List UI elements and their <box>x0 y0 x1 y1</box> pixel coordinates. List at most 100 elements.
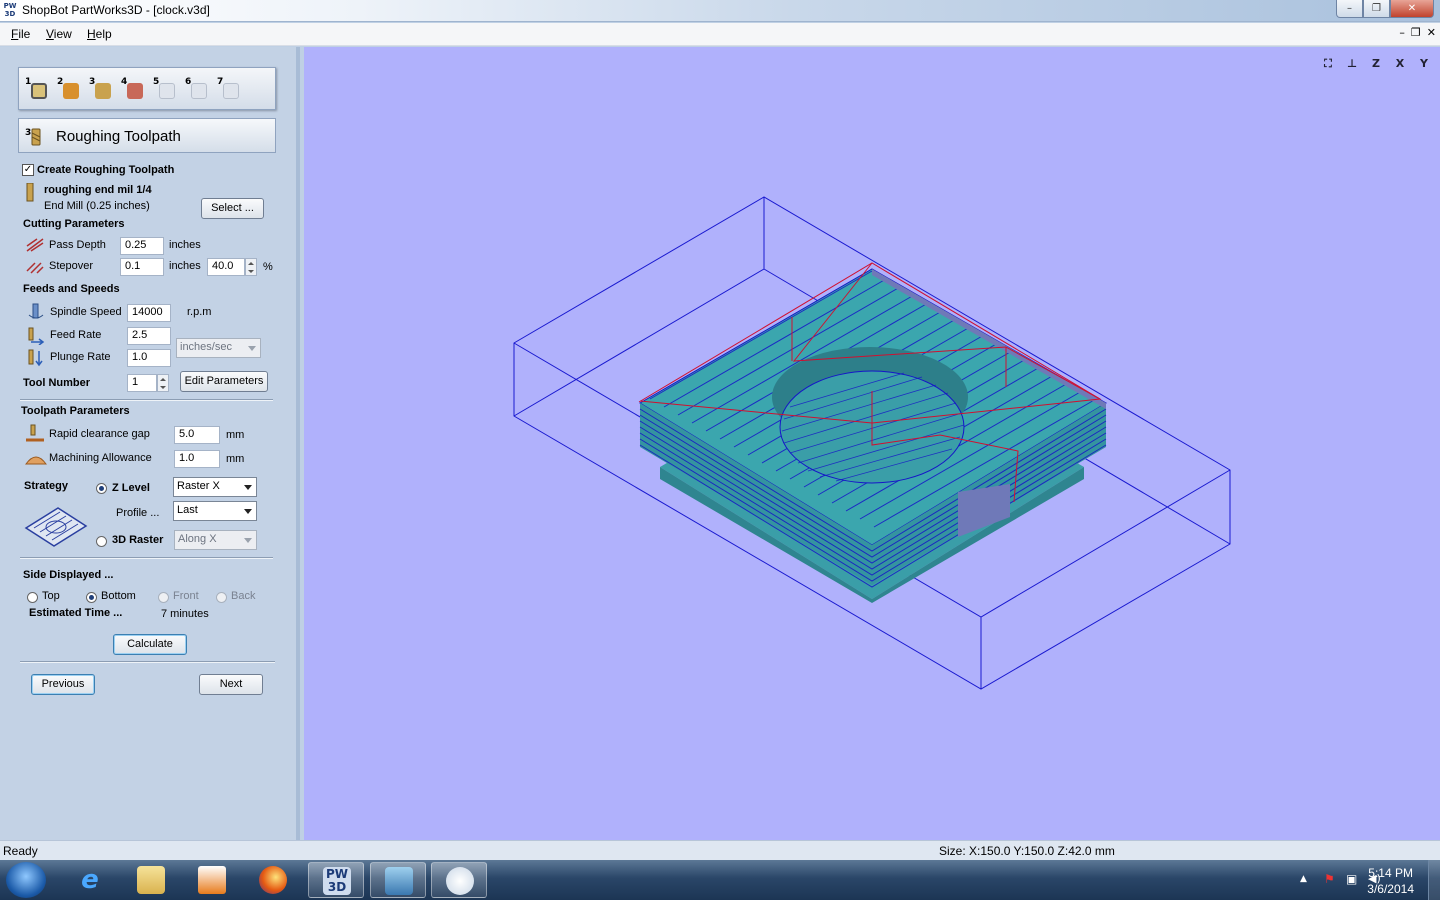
cutting-parameters-label: Cutting Parameters <box>23 218 125 230</box>
step-3-button[interactable]: 3 <box>89 77 115 103</box>
taskbar-explorer[interactable] <box>123 862 179 898</box>
network-icon[interactable]: ▣ <box>1346 872 1357 886</box>
machining-allowance-unit: mm <box>226 453 245 465</box>
minimize-button[interactable]: – <box>1336 0 1363 18</box>
machining-allowance-label: Machining Allowance <box>49 452 152 464</box>
mdi-minimize-button[interactable]: – <box>1399 26 1405 39</box>
end-mill-icon <box>26 182 46 202</box>
profile-label: Profile ... <box>116 507 160 519</box>
stepover-unit: inches <box>169 260 201 272</box>
tool-number-label: Tool Number <box>23 377 91 389</box>
strategy-preview-icon <box>24 502 88 550</box>
stepover-icon <box>25 259 45 277</box>
step-7-button[interactable]: 7 <box>217 77 243 103</box>
tool-number-spinner[interactable] <box>157 374 169 392</box>
edit-parameters-button[interactable]: Edit Parameters <box>180 371 268 392</box>
status-bar: Ready Size: X:150.0 Y:150.0 Z:42.0 mm <box>0 840 1440 860</box>
model-scene <box>513 196 1231 690</box>
rapid-clearance-input[interactable]: 5.0 <box>174 426 220 444</box>
tool-description: End Mill (0.25 inches) <box>44 200 150 212</box>
rapid-clearance-unit: mm <box>226 429 245 441</box>
z-level-pattern-select[interactable]: Raster X <box>173 477 257 497</box>
mdi-close-button[interactable]: ✕ <box>1427 26 1436 39</box>
next-button[interactable]: Next <box>199 674 263 695</box>
clock[interactable]: 5:14 PM 3/6/2014 <box>1367 865 1414 897</box>
3d-raster-direction-select[interactable]: Along X <box>174 530 257 550</box>
panel-title: Roughing Toolpath <box>56 128 181 145</box>
step-2-button[interactable]: 2 <box>57 77 83 103</box>
picture-icon <box>385 867 413 895</box>
spindle-speed-input[interactable]: 14000 <box>127 304 171 322</box>
z-level-radio[interactable] <box>96 483 107 494</box>
feed-rate-input[interactable]: 2.5 <box>127 327 171 345</box>
toolpath-parameters-label: Toolpath Parameters <box>21 405 130 417</box>
profile-select[interactable]: Last <box>173 501 257 521</box>
rapid-clearance-label: Rapid clearance gap <box>49 428 150 440</box>
feeds-speeds-label: Feeds and Speeds <box>23 283 120 295</box>
side-top-radio[interactable] <box>27 592 38 603</box>
action-center-icon[interactable]: ⚑ <box>1324 872 1335 886</box>
close-button[interactable]: ✕ <box>1390 0 1434 18</box>
rate-unit-select[interactable]: inches/sec <box>176 338 261 358</box>
window-title: ShopBot PartWorks3D - [clock.v3d] <box>22 3 210 17</box>
side-front-radio[interactable] <box>158 592 169 603</box>
pass-depth-label: Pass Depth <box>49 239 106 251</box>
mdi-restore-button[interactable]: ❐ <box>1411 26 1421 39</box>
plunge-rate-input[interactable]: 1.0 <box>127 349 171 367</box>
previous-button[interactable]: Previous <box>31 674 95 695</box>
app-icon: PW 3D <box>3 2 17 18</box>
side-front-label: Front <box>173 590 199 602</box>
menu-help[interactable]: Help <box>87 27 112 41</box>
toolpath-panel: 1 2 3 4 5 6 7 3 Roughing Toolpath ✓ Crea… <box>0 47 300 840</box>
media-player-icon <box>198 866 226 894</box>
taskbar-ie[interactable]: e <box>62 862 118 898</box>
show-desktop-button[interactable] <box>1428 860 1440 900</box>
3d-raster-label: 3D Raster <box>112 534 164 546</box>
machining-allowance-icon <box>25 450 47 468</box>
panel-header: 3 Roughing Toolpath <box>18 118 276 153</box>
roughing-icon: 3 <box>25 126 47 148</box>
stepover-percent-spinner[interactable] <box>245 258 257 276</box>
3d-raster-radio[interactable] <box>96 536 107 547</box>
title-bar: PW 3D ShopBot PartWorks3D - [clock.v3d] … <box>0 0 1440 22</box>
feed-rate-label: Feed Rate <box>50 329 102 341</box>
paint-icon <box>446 867 474 895</box>
pass-depth-unit: inches <box>169 239 201 251</box>
firefox-icon <box>259 866 287 894</box>
separator <box>20 661 275 663</box>
strategy-label: Strategy <box>24 480 69 492</box>
taskbar-media-player[interactable] <box>184 862 240 898</box>
ie-icon: e <box>81 865 99 895</box>
show-hidden-icons[interactable]: ▲ <box>1300 874 1307 884</box>
stepover-input[interactable]: 0.1 <box>120 258 164 276</box>
maximize-button[interactable]: ❐ <box>1363 0 1390 18</box>
machining-allowance-input[interactable]: 1.0 <box>174 450 220 468</box>
side-top-label: Top <box>42 590 60 602</box>
taskbar-partworks[interactable]: PW 3D <box>308 862 364 898</box>
plunge-rate-label: Plunge Rate <box>50 351 111 363</box>
3d-viewport[interactable]: ⛶ ⊥ Z X Y <box>304 47 1440 840</box>
taskbar-paint[interactable] <box>431 862 487 898</box>
tool-number-input[interactable]: 1 <box>127 374 157 392</box>
step-1-button[interactable]: 1 <box>25 77 51 103</box>
stepover-percent-input[interactable]: 40.0 <box>207 258 245 276</box>
menu-file[interactable]: File <box>11 27 30 41</box>
side-bottom-radio[interactable] <box>86 592 97 603</box>
taskbar: e PW 3D ▲ ⚑ ▣ ◀) 5:14 PM 3/6/2014 <box>0 860 1440 900</box>
taskbar-firefox[interactable] <box>245 862 301 898</box>
create-roughing-checkbox[interactable]: ✓ <box>22 164 34 176</box>
start-button[interactable] <box>6 862 46 898</box>
side-back-radio[interactable] <box>216 592 227 603</box>
step-5-button[interactable]: 5 <box>153 77 179 103</box>
separator <box>20 557 273 559</box>
system-tray: ▲ ⚑ ▣ ◀) 5:14 PM 3/6/2014 <box>1240 860 1440 900</box>
menu-view[interactable]: View <box>46 27 72 41</box>
taskbar-window-2[interactable] <box>370 862 426 898</box>
create-roughing-label: Create Roughing Toolpath <box>37 164 175 176</box>
calculate-button[interactable]: Calculate <box>113 634 187 655</box>
pass-depth-icon <box>25 237 45 255</box>
step-6-button[interactable]: 6 <box>185 77 211 103</box>
step-4-button[interactable]: 4 <box>121 77 147 103</box>
select-tool-button[interactable]: Select ... <box>201 198 264 219</box>
pass-depth-input[interactable]: 0.25 <box>120 237 164 255</box>
